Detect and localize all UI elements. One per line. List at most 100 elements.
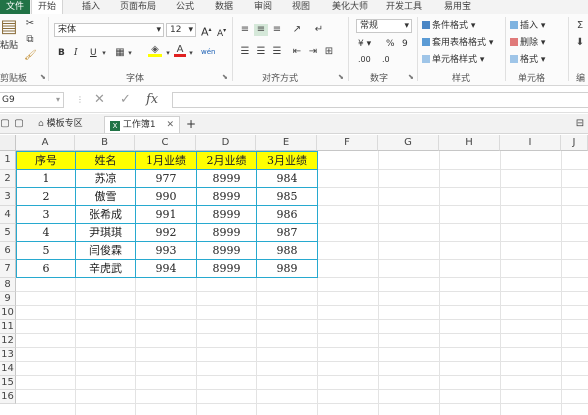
table-cell[interactable]: 辛虎武 [75, 259, 136, 278]
align-top-icon[interactable]: ≡ [238, 24, 252, 36]
chevron-down-icon[interactable]: ▾ [187, 47, 195, 59]
indent-increase-icon[interactable]: ⇥ [306, 46, 320, 58]
number-format-select[interactable]: 常规 ▾ [356, 19, 412, 33]
table-cell[interactable]: 1 [16, 169, 76, 188]
align-left-icon[interactable]: ☰ [238, 46, 252, 58]
tab-easy-use[interactable]: 易用宝 [444, 0, 471, 14]
tab-file[interactable]: 文件 [0, 0, 31, 14]
tab-page-layout[interactable]: 页面布局 [120, 0, 156, 14]
shrink-font-button[interactable]: A▾ [217, 25, 226, 40]
column-header-j[interactable]: J [561, 135, 588, 151]
table-cell[interactable]: 8999 [196, 241, 257, 260]
format-painter-icon[interactable]: 🖌 [24, 50, 37, 62]
folder-icon[interactable]: ▢ [0, 118, 10, 130]
table-cell[interactable]: 8999 [196, 259, 257, 278]
tab-workbook1[interactable]: X 工作簿1 ✕ [104, 116, 181, 133]
table-cell[interactable]: 8999 [196, 169, 257, 188]
name-box-dropdown-icon[interactable]: ▾ [56, 91, 60, 109]
autosum-icon[interactable]: Σ [574, 20, 586, 32]
tab-beautify[interactable]: 美化大师 [332, 0, 368, 14]
conditional-format-button[interactable]: 条件格式 ▾ [422, 20, 475, 32]
close-icon[interactable]: ✕ [166, 120, 174, 130]
font-name-select[interactable]: 宋体 ▾ [54, 23, 164, 37]
table-cell[interactable]: 977 [135, 169, 197, 188]
number-launcher-icon[interactable]: ⬊ [408, 73, 414, 81]
column-header-d[interactable]: D [196, 135, 256, 151]
table-cell[interactable]: 2 [16, 187, 76, 206]
tab-data[interactable]: 数据 [215, 0, 233, 14]
copy-icon[interactable]: ⧉ [24, 34, 36, 46]
table-cell[interactable]: 992 [135, 223, 197, 242]
alignment-launcher-icon[interactable]: ⬊ [338, 73, 344, 81]
decrease-decimal-button[interactable]: .0 [382, 54, 390, 66]
tab-view[interactable]: 视图 [292, 0, 310, 14]
column-header-a[interactable]: A [16, 135, 75, 151]
table-cell[interactable]: 994 [135, 259, 197, 278]
indent-decrease-icon[interactable]: ⇤ [290, 46, 304, 58]
font-launcher-icon[interactable]: ⬊ [222, 73, 228, 81]
chevron-down-icon[interactable]: ▾ [100, 47, 108, 59]
table-header-cell[interactable]: 2月业绩 [196, 151, 257, 170]
spreadsheet-grid[interactable]: A B C D E F G H I J 1 2 3 4 5 6 7 8 9 10… [0, 135, 588, 415]
table-cell[interactable]: 988 [256, 241, 318, 260]
row-header-6[interactable]: 6 [0, 242, 16, 260]
fill-color-icon[interactable]: ◈ [148, 44, 162, 57]
row-header-14[interactable]: 14 [0, 362, 16, 376]
table-cell[interactable]: 8999 [196, 187, 257, 206]
table-cell[interactable]: 991 [135, 205, 197, 224]
table-cell[interactable]: 张希成 [75, 205, 136, 224]
new-tab-button[interactable]: + [186, 116, 196, 133]
window-restore-icon[interactable]: ⊟ [574, 118, 586, 130]
table-header-cell[interactable]: 3月业绩 [256, 151, 318, 170]
phonetic-button[interactable]: wén [201, 46, 215, 58]
chevron-down-icon[interactable]: ▾ [126, 47, 134, 59]
grow-font-button[interactable]: A▴ [201, 24, 212, 39]
tab-insert[interactable]: 插入 [82, 0, 100, 14]
table-header-cell[interactable]: 姓名 [75, 151, 136, 170]
tab-home[interactable]: 开始 [31, 0, 64, 14]
select-all-corner[interactable] [0, 135, 16, 151]
table-cell[interactable]: 尹琪琪 [75, 223, 136, 242]
table-cell[interactable]: 987 [256, 223, 318, 242]
table-cell[interactable]: 986 [256, 205, 318, 224]
row-header-5[interactable]: 5 [0, 224, 16, 242]
column-header-i[interactable]: I [500, 135, 561, 151]
row-header-9[interactable]: 9 [0, 292, 16, 306]
name-box[interactable]: G9 [0, 92, 64, 108]
row-header-13[interactable]: 13 [0, 348, 16, 362]
new-document-icon[interactable]: ▢ [14, 118, 24, 130]
table-cell[interactable]: 989 [256, 259, 318, 278]
align-bottom-icon[interactable]: ≡ [270, 24, 284, 36]
table-header-cell[interactable]: 1月业绩 [135, 151, 197, 170]
tab-template-zone[interactable]: ⌂ 模板专区 [38, 116, 83, 133]
underline-button[interactable]: U [90, 47, 97, 59]
merge-center-icon[interactable]: ⊞ [322, 46, 336, 58]
row-header-16[interactable]: 16 [0, 390, 16, 404]
column-header-e[interactable]: E [256, 135, 317, 151]
chevron-down-icon[interactable]: ▾ [164, 47, 172, 59]
row-header-4[interactable]: 4 [0, 206, 16, 224]
table-cell[interactable]: 990 [135, 187, 197, 206]
formula-input[interactable] [172, 92, 588, 108]
column-header-h[interactable]: H [439, 135, 500, 151]
table-format-button[interactable]: 套用表格格式 ▾ [422, 37, 493, 49]
row-header-1[interactable]: 1 [0, 151, 16, 170]
italic-button[interactable]: I [74, 47, 78, 59]
table-cell[interactable]: 985 [256, 187, 318, 206]
fill-icon[interactable]: ⬇ [574, 37, 586, 49]
column-header-c[interactable]: C [135, 135, 196, 151]
table-cell[interactable]: 984 [256, 169, 318, 188]
table-cell[interactable]: 8999 [196, 205, 257, 224]
orientation-icon[interactable]: ↗ [290, 24, 304, 36]
insert-cells-button[interactable]: 插入 ▾ [510, 20, 545, 32]
table-cell[interactable]: 5 [16, 241, 76, 260]
more-options-icon[interactable]: ⋮ [76, 91, 84, 109]
align-center-icon[interactable]: ☰ [254, 46, 268, 58]
column-header-g[interactable]: G [378, 135, 439, 151]
clipboard-launcher-icon[interactable]: ⬊ [40, 73, 46, 81]
borders-icon[interactable]: ▦ [114, 47, 126, 59]
column-header-b[interactable]: B [75, 135, 135, 151]
table-cell[interactable]: 苏凉 [75, 169, 136, 188]
table-header-cell[interactable]: 序号 [16, 151, 76, 170]
font-size-select[interactable]: 12 ▾ [166, 23, 196, 37]
